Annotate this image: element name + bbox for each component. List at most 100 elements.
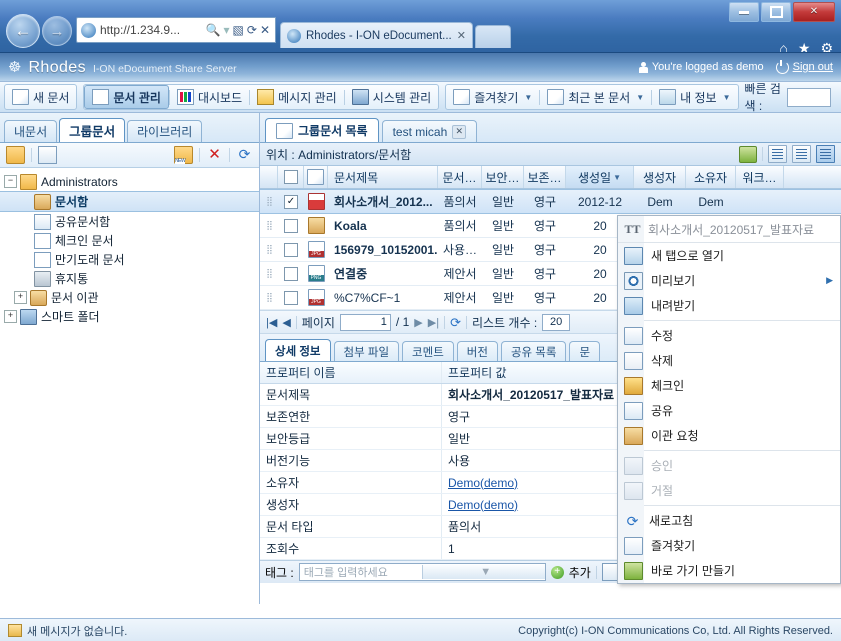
- menu-item-open-new-tab[interactable]: 새 탭으로 열기: [618, 243, 840, 268]
- row-checkbox[interactable]: [284, 242, 298, 257]
- sign-out-label[interactable]: Sign out: [793, 61, 833, 73]
- page-number-input[interactable]: 1: [339, 313, 391, 331]
- sign-out-link[interactable]: Sign out: [775, 59, 833, 74]
- menu-favorites[interactable]: 즐겨찾기 ▼: [446, 86, 539, 108]
- tree-item-smart-folder[interactable]: + 스마트 폴더: [0, 307, 259, 326]
- browser-tab[interactable]: Rhodes - I-ON eDocument... ✕: [280, 22, 473, 48]
- tree-item-checkin-docs[interactable]: 체크인 문서: [0, 231, 259, 250]
- new-document-button[interactable]: 새 문서: [5, 86, 76, 108]
- property-value-link[interactable]: Demo(demo): [448, 476, 518, 490]
- next-page-icon[interactable]: ▶: [414, 316, 422, 329]
- collapse-icon[interactable]: −: [4, 175, 17, 188]
- forward-arrow-icon[interactable]: →: [42, 16, 72, 46]
- property-value-link[interactable]: Demo(demo): [448, 498, 518, 512]
- search-icon[interactable]: 🔍: [206, 23, 221, 37]
- tree-item-document-box[interactable]: 문서함: [0, 191, 259, 212]
- row-drag-handle[interactable]: ⣿: [264, 245, 275, 254]
- add-node-icon[interactable]: [739, 145, 757, 163]
- tree-item-expiring-docs[interactable]: 만기도래 문서: [0, 250, 259, 269]
- expand-icon[interactable]: +: [14, 291, 27, 304]
- pager-divider: [444, 315, 446, 329]
- table-row[interactable]: ⣿ ✓ 회사소개서_2012... 품의서 일반 영구 2012-12 Dem …: [260, 189, 841, 214]
- column-creator[interactable]: 생성자: [634, 166, 686, 188]
- favorite-icon: [624, 536, 643, 555]
- select-all-checkbox[interactable]: [283, 170, 298, 184]
- row-checkbox[interactable]: [284, 290, 298, 305]
- nav-item-message-management[interactable]: 메시지 관리: [250, 86, 344, 108]
- tag-input[interactable]: 태그를 입력하세요 ▼: [298, 563, 546, 581]
- tab-versions[interactable]: 버전: [456, 341, 498, 361]
- list-count-input[interactable]: 20: [542, 313, 571, 331]
- row-drag-handle[interactable]: ⣿: [264, 269, 275, 278]
- list-view-icon[interactable]: [768, 145, 787, 163]
- column-doc-type[interactable]: 문서…: [438, 166, 482, 188]
- add-icon[interactable]: +: [550, 565, 564, 579]
- nav-item-document-management[interactable]: 문서 관리: [84, 85, 169, 109]
- refresh-icon[interactable]: ⟳: [236, 147, 253, 163]
- first-page-icon[interactable]: |◀: [266, 316, 277, 329]
- new-folder-icon[interactable]: [174, 146, 193, 164]
- tab-test-micah[interactable]: test micah ✕: [381, 120, 478, 142]
- tab-comments[interactable]: 코멘트: [402, 341, 454, 361]
- tab-attachments[interactable]: 첨부 파일: [333, 341, 400, 361]
- menu-item-preview[interactable]: 미리보기 ▶: [618, 268, 840, 293]
- tree-item-administrators[interactable]: − Administrators: [0, 172, 259, 191]
- tree-item-document-transfer[interactable]: + 문서 이관: [0, 288, 259, 307]
- tag-add-button[interactable]: 추가: [569, 564, 591, 581]
- delete-x-icon[interactable]: ✕: [206, 147, 223, 163]
- org-chart-icon[interactable]: [38, 146, 57, 164]
- tab-library[interactable]: 라이브러리: [127, 120, 203, 142]
- column-created-date[interactable]: 생성일 ▼: [566, 166, 634, 188]
- menu-my-info[interactable]: 내 정보 ▼: [652, 86, 737, 108]
- stop-icon[interactable]: ✕: [260, 23, 270, 37]
- column-security[interactable]: 보안…: [482, 166, 524, 188]
- refresh-icon[interactable]: ⟳: [450, 315, 461, 330]
- tree-item-shared-box[interactable]: 공유문서함: [0, 212, 259, 231]
- column-workflow[interactable]: 워크…: [736, 166, 784, 188]
- menu-item-checkin[interactable]: 체크인: [618, 373, 840, 398]
- tree-item-trash[interactable]: 휴지통: [0, 269, 259, 288]
- menu-item-favorite[interactable]: 즐겨찾기: [618, 533, 840, 558]
- last-page-icon[interactable]: ▶|: [428, 316, 439, 329]
- menu-item-create-shortcut[interactable]: 바로 가기 만들기: [618, 558, 840, 583]
- menu-item-share[interactable]: 공유: [618, 398, 840, 423]
- chevron-down-icon[interactable]: ▼: [421, 565, 545, 579]
- tab-share-list[interactable]: 공유 목록: [500, 341, 567, 361]
- menu-item-delete[interactable]: 삭제: [618, 348, 840, 373]
- detail-view-icon[interactable]: [792, 145, 811, 163]
- close-icon[interactable]: ✕: [452, 124, 467, 139]
- folder-search-icon[interactable]: [6, 146, 25, 164]
- row-drag-handle[interactable]: ⣿: [264, 293, 275, 302]
- row-drag-handle[interactable]: ⣿: [264, 197, 275, 206]
- row-drag-handle[interactable]: ⣿: [264, 221, 275, 230]
- tab-my-documents[interactable]: 내문서: [4, 120, 58, 142]
- row-checkbox[interactable]: [284, 266, 298, 281]
- column-owner[interactable]: 소유자: [686, 166, 736, 188]
- expand-icon[interactable]: +: [4, 310, 17, 323]
- menu-item-transfer-request[interactable]: 이관 요청: [618, 423, 840, 448]
- menu-item-refresh[interactable]: ⟳ 새로고침: [618, 508, 840, 533]
- menu-recent-documents[interactable]: 최근 본 문서 ▼: [540, 86, 651, 108]
- compatibility-view-icon[interactable]: ▧: [233, 23, 244, 37]
- row-checkbox[interactable]: [284, 218, 298, 233]
- tab-detail-info[interactable]: 상세 정보: [265, 339, 331, 361]
- menu-item-download[interactable]: 내려받기: [618, 293, 840, 318]
- nav-item-dashboard[interactable]: 대시보드: [170, 86, 249, 108]
- split-view-icon[interactable]: [816, 145, 835, 163]
- new-tab-button[interactable]: [474, 25, 511, 48]
- close-icon[interactable]: ✕: [457, 29, 466, 42]
- column-retention[interactable]: 보존…: [524, 166, 566, 188]
- address-bar[interactable]: http://1.234.9... 🔍 ▾ ▧ ⟳ ✕: [76, 17, 276, 43]
- row-checkbox[interactable]: ✓: [284, 194, 298, 209]
- tab-more[interactable]: 문: [569, 341, 601, 361]
- tab-group-document-list[interactable]: 그룹문서 목록: [265, 118, 379, 142]
- refresh-icon[interactable]: ⟳: [247, 23, 257, 37]
- menu-item-edit[interactable]: 수정: [618, 323, 840, 348]
- quick-search-input[interactable]: [787, 87, 831, 107]
- tab-group-documents[interactable]: 그룹문서: [59, 118, 126, 142]
- back-arrow-icon[interactable]: ←: [6, 14, 40, 48]
- column-title[interactable]: 문서제목: [328, 166, 438, 188]
- select-all-header[interactable]: [278, 166, 304, 188]
- prev-page-icon[interactable]: ◀: [282, 316, 290, 329]
- nav-item-system-management[interactable]: 시스템 관리: [345, 86, 439, 108]
